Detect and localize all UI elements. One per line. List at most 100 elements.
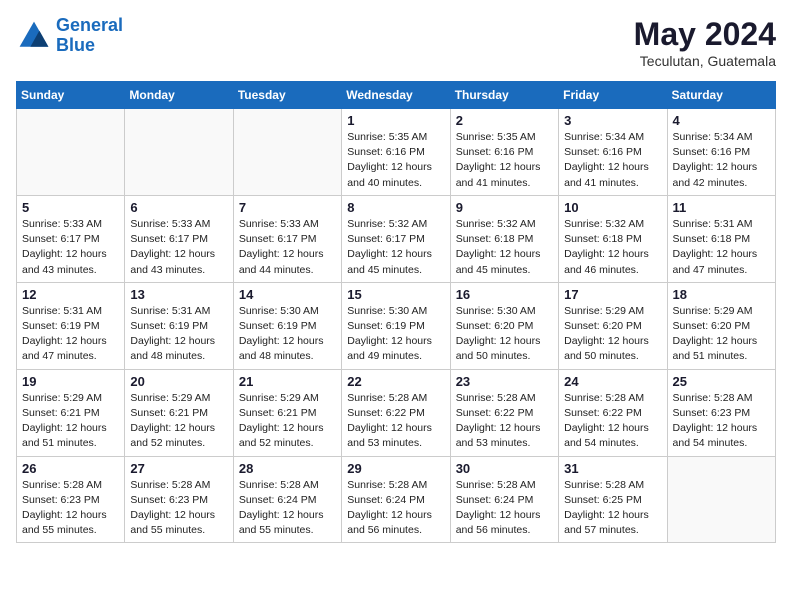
calendar-cell <box>17 109 125 196</box>
day-info: Sunrise: 5:29 AMSunset: 6:21 PMDaylight:… <box>22 391 119 452</box>
day-info: Sunrise: 5:28 AMSunset: 6:23 PMDaylight:… <box>673 391 770 452</box>
day-info: Sunrise: 5:33 AMSunset: 6:17 PMDaylight:… <box>130 217 227 278</box>
day-number: 24 <box>564 374 661 389</box>
weekday-header: Sunday <box>17 82 125 109</box>
day-info: Sunrise: 5:30 AMSunset: 6:19 PMDaylight:… <box>239 304 336 365</box>
calendar-cell: 5 Sunrise: 5:33 AMSunset: 6:17 PMDaylight… <box>17 195 125 282</box>
calendar-cell: 16Sunrise: 5:30 AMSunset: 6:20 PMDayligh… <box>450 282 558 369</box>
calendar-cell: 2Sunrise: 5:35 AMSunset: 6:16 PMDaylight… <box>450 109 558 196</box>
day-info: Sunrise: 5:29 AMSunset: 6:21 PMDaylight:… <box>130 391 227 452</box>
calendar-cell: 9 Sunrise: 5:32 AMSunset: 6:18 PMDaylight… <box>450 195 558 282</box>
day-number: 25 <box>673 374 770 389</box>
calendar-cell: 20 Sunrise: 5:29 AMSunset: 6:21 PMDayligh… <box>125 369 233 456</box>
day-number: 11 <box>673 200 770 215</box>
day-number: 27 <box>130 461 227 476</box>
day-info: Sunrise: 5:29 AMSunset: 6:21 PMDaylight:… <box>239 391 336 452</box>
day-info: Sunrise: 5:31 AMSunset: 6:18 PMDaylight:… <box>673 217 770 278</box>
calendar-week-row: 19 Sunrise: 5:29 AMSunset: 6:21 PMDayligh… <box>17 369 776 456</box>
weekday-header-row: SundayMondayTuesdayWednesdayThursdayFrid… <box>17 82 776 109</box>
day-number: 5 <box>22 200 119 215</box>
calendar-cell: 22Sunrise: 5:28 AMSunset: 6:22 PMDayligh… <box>342 369 450 456</box>
day-info: Sunrise: 5:32 AMSunset: 6:18 PMDaylight:… <box>564 217 661 278</box>
calendar-cell: 18 Sunrise: 5:29 AMSunset: 6:20 PMDayligh… <box>667 282 775 369</box>
day-info: Sunrise: 5:28 AMSunset: 6:22 PMDaylight:… <box>347 391 444 452</box>
day-info: Sunrise: 5:28 AMSunset: 6:25 PMDaylight:… <box>564 478 661 539</box>
day-info: Sunrise: 5:28 AMSunset: 6:24 PMDaylight:… <box>239 478 336 539</box>
day-info: Sunrise: 5:35 AMSunset: 6:16 PMDaylight:… <box>347 130 444 191</box>
day-number: 16 <box>456 287 553 302</box>
day-number: 4 <box>673 113 770 128</box>
logo-line1: General <box>56 15 123 35</box>
day-number: 3 <box>564 113 661 128</box>
day-number: 19 <box>22 374 119 389</box>
calendar-cell: 24 Sunrise: 5:28 AMSunset: 6:22 PMDayligh… <box>559 369 667 456</box>
day-number: 14 <box>239 287 336 302</box>
calendar-table: SundayMondayTuesdayWednesdayThursdayFrid… <box>16 81 776 543</box>
day-number: 18 <box>673 287 770 302</box>
calendar-cell: 15Sunrise: 5:30 AMSunset: 6:19 PMDayligh… <box>342 282 450 369</box>
day-number: 26 <box>22 461 119 476</box>
weekday-header: Thursday <box>450 82 558 109</box>
calendar-cell: 12 Sunrise: 5:31 AMSunset: 6:19 PMDayligh… <box>17 282 125 369</box>
day-number: 20 <box>130 374 227 389</box>
weekday-header: Tuesday <box>233 82 341 109</box>
weekday-header: Saturday <box>667 82 775 109</box>
calendar-cell: 6 Sunrise: 5:33 AMSunset: 6:17 PMDaylight… <box>125 195 233 282</box>
day-number: 10 <box>564 200 661 215</box>
calendar-cell: 19 Sunrise: 5:29 AMSunset: 6:21 PMDayligh… <box>17 369 125 456</box>
title-block: May 2024 Teculutan, Guatemala <box>634 16 776 69</box>
day-number: 1 <box>347 113 444 128</box>
day-info: Sunrise: 5:33 AMSunset: 6:17 PMDaylight:… <box>239 217 336 278</box>
calendar-cell: 1 Sunrise: 5:35 AMSunset: 6:16 PMDaylight… <box>342 109 450 196</box>
calendar-cell: 28Sunrise: 5:28 AMSunset: 6:24 PMDayligh… <box>233 456 341 543</box>
calendar-cell: 11 Sunrise: 5:31 AMSunset: 6:18 PMDayligh… <box>667 195 775 282</box>
day-number: 13 <box>130 287 227 302</box>
day-number: 17 <box>564 287 661 302</box>
calendar-cell: 4Sunrise: 5:34 AMSunset: 6:16 PMDaylight… <box>667 109 775 196</box>
calendar-cell: 31 Sunrise: 5:28 AMSunset: 6:25 PMDayligh… <box>559 456 667 543</box>
weekday-header: Monday <box>125 82 233 109</box>
day-info: Sunrise: 5:28 AMSunset: 6:24 PMDaylight:… <box>456 478 553 539</box>
weekday-header: Wednesday <box>342 82 450 109</box>
logo-text: General Blue <box>56 16 123 56</box>
calendar-cell: 7 Sunrise: 5:33 AMSunset: 6:17 PMDaylight… <box>233 195 341 282</box>
day-number: 6 <box>130 200 227 215</box>
calendar-week-row: 1 Sunrise: 5:35 AMSunset: 6:16 PMDaylight… <box>17 109 776 196</box>
day-number: 30 <box>456 461 553 476</box>
day-info: Sunrise: 5:34 AMSunset: 6:16 PMDaylight:… <box>564 130 661 191</box>
day-number: 2 <box>456 113 553 128</box>
calendar-week-row: 5 Sunrise: 5:33 AMSunset: 6:17 PMDaylight… <box>17 195 776 282</box>
calendar-cell: 26Sunrise: 5:28 AMSunset: 6:23 PMDayligh… <box>17 456 125 543</box>
day-info: Sunrise: 5:28 AMSunset: 6:22 PMDaylight:… <box>564 391 661 452</box>
logo-icon <box>16 18 52 54</box>
day-info: Sunrise: 5:31 AMSunset: 6:19 PMDaylight:… <box>22 304 119 365</box>
location: Teculutan, Guatemala <box>634 53 776 69</box>
day-info: Sunrise: 5:32 AMSunset: 6:17 PMDaylight:… <box>347 217 444 278</box>
page-header: General Blue May 2024 Teculutan, Guatema… <box>16 16 776 69</box>
logo: General Blue <box>16 16 123 56</box>
calendar-cell: 25 Sunrise: 5:28 AMSunset: 6:23 PMDayligh… <box>667 369 775 456</box>
calendar-week-row: 26Sunrise: 5:28 AMSunset: 6:23 PMDayligh… <box>17 456 776 543</box>
weekday-header: Friday <box>559 82 667 109</box>
day-info: Sunrise: 5:29 AMSunset: 6:20 PMDaylight:… <box>564 304 661 365</box>
day-info: Sunrise: 5:32 AMSunset: 6:18 PMDaylight:… <box>456 217 553 278</box>
calendar-cell <box>125 109 233 196</box>
day-number: 29 <box>347 461 444 476</box>
day-number: 23 <box>456 374 553 389</box>
calendar-cell <box>667 456 775 543</box>
calendar-week-row: 12 Sunrise: 5:31 AMSunset: 6:19 PMDayligh… <box>17 282 776 369</box>
day-number: 9 <box>456 200 553 215</box>
logo-line2: Blue <box>56 35 95 55</box>
day-number: 21 <box>239 374 336 389</box>
month-title: May 2024 <box>634 16 776 53</box>
day-info: Sunrise: 5:29 AMSunset: 6:20 PMDaylight:… <box>673 304 770 365</box>
day-number: 31 <box>564 461 661 476</box>
calendar-cell: 13Sunrise: 5:31 AMSunset: 6:19 PMDayligh… <box>125 282 233 369</box>
day-info: Sunrise: 5:33 AMSunset: 6:17 PMDaylight:… <box>22 217 119 278</box>
calendar-cell: 3 Sunrise: 5:34 AMSunset: 6:16 PMDaylight… <box>559 109 667 196</box>
day-info: Sunrise: 5:30 AMSunset: 6:19 PMDaylight:… <box>347 304 444 365</box>
day-number: 12 <box>22 287 119 302</box>
calendar-cell: 21 Sunrise: 5:29 AMSunset: 6:21 PMDayligh… <box>233 369 341 456</box>
day-number: 7 <box>239 200 336 215</box>
calendar-cell: 23Sunrise: 5:28 AMSunset: 6:22 PMDayligh… <box>450 369 558 456</box>
